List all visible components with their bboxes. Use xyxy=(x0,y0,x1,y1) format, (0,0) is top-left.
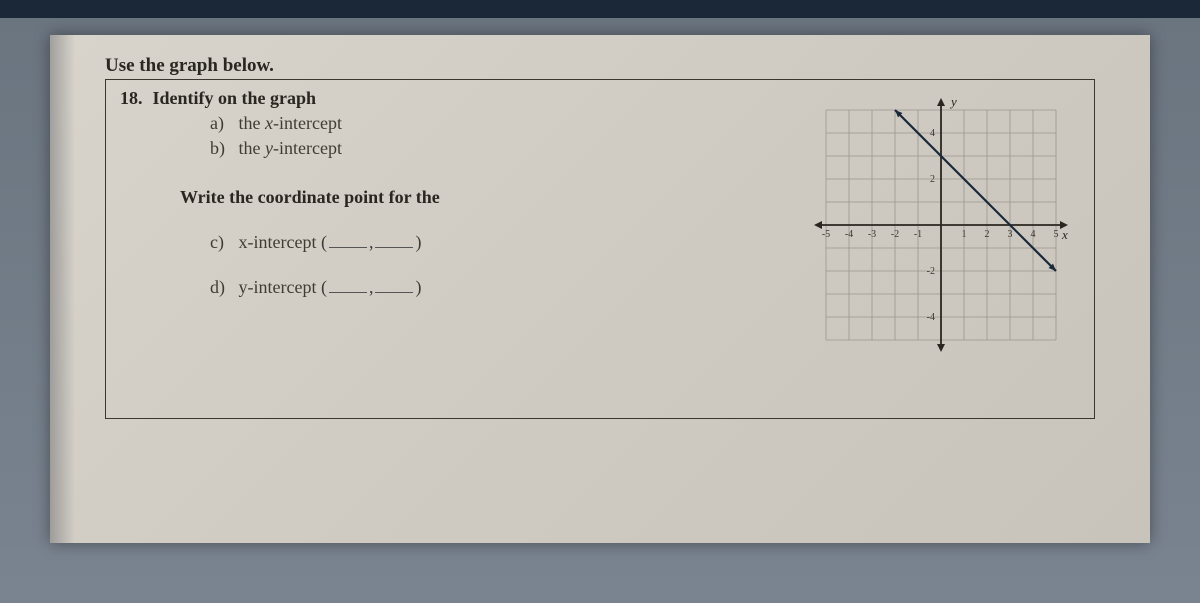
svg-text:y: y xyxy=(949,94,957,109)
svg-text:-3: -3 xyxy=(868,229,876,240)
svg-text:-4: -4 xyxy=(845,229,853,240)
item-a-letter: a) xyxy=(210,113,234,134)
svg-text:-1: -1 xyxy=(914,229,922,240)
svg-text:5: 5 xyxy=(1054,229,1059,240)
problem-number: 18. xyxy=(120,88,143,108)
svg-text:2: 2 xyxy=(985,229,990,240)
svg-text:-4: -4 xyxy=(927,312,935,323)
item-d-close: ) xyxy=(415,277,421,297)
item-d-letter: d) xyxy=(210,277,234,298)
graph-svg: -5 -4 -3 -2 -1 1 2 3 4 5 -4 -2 2 4 y x xyxy=(806,90,1076,360)
item-b-pre: the xyxy=(239,138,266,158)
svg-text:4: 4 xyxy=(1031,229,1036,240)
item-d-blank1 xyxy=(329,279,367,293)
svg-text:1: 1 xyxy=(962,229,967,240)
item-b-var: y xyxy=(265,138,273,158)
item-c-label: x-intercept xyxy=(239,232,317,252)
item-c-sep: , xyxy=(369,232,374,252)
svg-text:x: x xyxy=(1061,227,1068,242)
svg-text:2: 2 xyxy=(930,174,935,185)
item-a-post: -intercept xyxy=(273,113,342,133)
item-c-open: ( xyxy=(321,232,327,252)
svg-text:-5: -5 xyxy=(822,229,830,240)
item-d-label: y-intercept xyxy=(239,277,317,297)
item-d-sep: , xyxy=(369,277,374,297)
item-c-letter: c) xyxy=(210,232,234,253)
svg-text:4: 4 xyxy=(930,128,935,139)
item-d-open: ( xyxy=(321,277,327,297)
item-a-var: x xyxy=(265,113,273,133)
svg-text:-2: -2 xyxy=(927,266,935,277)
svg-text:-2: -2 xyxy=(891,229,899,240)
item-b-letter: b) xyxy=(210,138,234,159)
item-c-close: ) xyxy=(415,232,421,252)
svg-text:3: 3 xyxy=(1008,229,1013,240)
item-d-blank2 xyxy=(375,279,413,293)
worksheet-page: Use the graph below. 18. Identify on the… xyxy=(50,35,1150,543)
item-b-post: -intercept xyxy=(273,138,342,158)
section-title: Use the graph below. xyxy=(105,55,1095,77)
graph: -5 -4 -3 -2 -1 1 2 3 4 5 -4 -2 2 4 y x xyxy=(806,90,1076,360)
problem-box: 18. Identify on the graph a) the x-inter… xyxy=(105,79,1095,419)
item-c-blank1 xyxy=(329,234,367,248)
problem-heading: Identify on the graph xyxy=(153,88,317,108)
item-a-pre: the xyxy=(239,113,266,133)
item-c-blank2 xyxy=(375,234,413,248)
